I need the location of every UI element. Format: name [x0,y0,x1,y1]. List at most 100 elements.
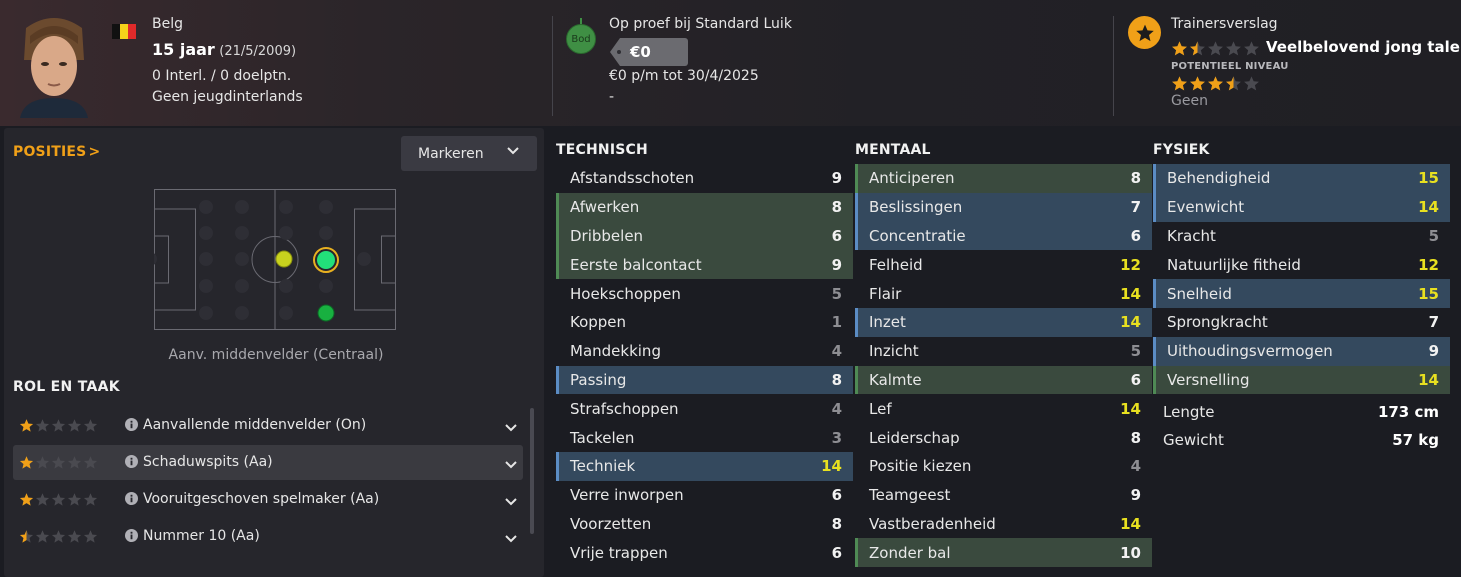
attribute-name: Lef [869,399,892,418]
attribute-row[interactable]: Teamgeest 9 [855,481,1152,510]
attribute-value: 12 [1418,255,1439,274]
attribute-row[interactable]: Anticiperen 8 [855,164,1152,193]
star-full-icon [1172,76,1187,91]
attribute-value: 14 [1418,198,1439,217]
attribute-row[interactable]: Concentratie 6 [855,221,1152,251]
attribute-name: Tackelen [570,428,635,447]
attribute-name: Inzet [869,313,906,332]
weight-row: Gewicht 57 kg [1163,431,1439,449]
chevron-down-icon[interactable] [505,531,517,547]
contract-status: Op proef bij Standard Luik [609,16,792,32]
info-icon[interactable] [125,455,138,472]
attribute-row[interactable]: Afwerken 8 [556,192,853,222]
chevron-down-icon[interactable] [505,494,517,510]
attribute-row[interactable]: Beslissingen 7 [855,192,1152,222]
role-stars [19,455,98,470]
attribute-row[interactable]: Afstandsschoten 9 [556,164,853,193]
attribute-row[interactable]: Natuurlijke fitheid 12 [1153,250,1450,279]
role-row[interactable]: Aanvallende middenvelder (On) [13,408,523,443]
mark-button[interactable]: Markeren [401,136,537,171]
attribute-name: Snelheid [1167,284,1232,303]
attribute-row[interactable]: Dribbelen 6 [556,221,853,251]
price-tag-hole [617,50,621,54]
roles-scrollbar[interactable] [530,408,534,534]
report-verdict: Veelbelovend jong talent [1266,38,1461,56]
attribute-value: 5 [831,284,842,303]
attribute-row[interactable]: Verre inworpen 6 [556,481,853,510]
attribute-name: Teamgeest [869,486,951,505]
belgium-flag-icon [112,24,136,39]
star-empty-icon [1208,41,1223,56]
attribute-row[interactable]: Vrije trappen 6 [556,538,853,567]
star-empty-icon [67,493,82,506]
attribute-row[interactable]: Techniek 14 [556,451,853,481]
attribute-row[interactable]: Leiderschap 8 [855,423,1152,452]
attribute-row[interactable]: Felheid 12 [855,250,1152,279]
chevron-down-icon[interactable] [505,457,517,473]
attribute-row[interactable]: Positie kiezen 4 [855,452,1152,481]
attribute-name: Anticiperen [869,169,955,188]
attribute-row[interactable]: Behendigheid 15 [1153,164,1450,193]
role-row[interactable]: Vooruitgeschoven spelmaker (Aa) [13,482,523,517]
star-empty-icon [51,530,66,543]
role-name: Aanvallende middenvelder (On) [143,417,367,433]
attribute-value: 1 [831,313,842,332]
attribute-name: Behendigheid [1167,169,1271,188]
attribute-row[interactable]: Passing 8 [556,365,853,395]
info-icon[interactable] [125,529,138,546]
star-half-icon [19,530,34,543]
attribute-value: 6 [831,226,842,245]
attribute-row[interactable]: Inzicht 5 [855,337,1152,366]
attribute-value: 6 [831,543,842,562]
attribute-name: Passing [570,370,627,389]
attribute-name: Afwerken [570,198,640,217]
role-row[interactable]: Nummer 10 (Aa) [13,519,523,554]
attribute-row[interactable]: Mandekking 4 [556,337,853,366]
attribute-row[interactable]: Hoekschoppen 5 [556,279,853,308]
attribute-name: Evenwicht [1167,198,1245,217]
attribute-row[interactable]: Versnelling 14 [1153,365,1450,395]
attribute-name: Techniek [570,457,636,476]
info-icon[interactable] [125,492,138,509]
attribute-row[interactable]: Voorzetten 8 [556,510,853,539]
attribute-row[interactable]: Kracht 5 [1153,222,1450,251]
attribute-row[interactable]: Inzet 14 [855,307,1152,337]
star-empty-icon [51,456,66,469]
attribute-row[interactable]: Snelheid 15 [1153,279,1450,308]
attribute-name: Vastberadenheid [869,514,996,533]
star-empty-icon [83,530,98,543]
attribute-row[interactable]: Tackelen 3 [556,423,853,452]
attribute-row[interactable]: Lef 14 [855,394,1152,423]
attribute-row[interactable]: Vastberadenheid 14 [855,510,1152,539]
attribute-row[interactable]: Koppen 1 [556,308,853,337]
positions-link[interactable]: POSITIES > [13,144,100,160]
attribute-row[interactable]: Eerste balcontact 9 [556,250,853,280]
info-icon[interactable] [125,418,138,435]
star-empty-icon [83,456,98,469]
star-full-icon [19,456,34,469]
nationality: Belg [152,16,183,32]
player-header: Belg 15 jaar (21/5/2009) 0 Interl. / 0 d… [0,0,1461,126]
star-full-icon [19,493,34,506]
role-row[interactable]: Schaduwspits (Aa) [13,445,523,480]
attribute-row[interactable]: Kalmte 6 [855,365,1152,395]
attribute-name: Sprongkracht [1167,313,1268,332]
attribute-name: Eerste balcontact [570,255,702,274]
attribute-row[interactable]: Evenwicht 14 [1153,192,1450,222]
role-stars [19,529,98,544]
bid-badge[interactable]: Bod [566,24,596,54]
star-empty-icon [35,456,50,469]
attribute-row[interactable]: Zonder bal 10 [855,538,1152,568]
chevron-down-icon[interactable] [505,420,517,436]
attribute-row[interactable]: Sprongkracht 7 [1153,308,1450,337]
attribute-value: 4 [831,399,842,418]
height-value: 173 cm [1377,403,1439,421]
attribute-row[interactable]: Flair 14 [855,279,1152,308]
attribute-value: 14 [1120,313,1141,332]
attribute-row[interactable]: Uithoudingsvermogen 9 [1153,336,1450,366]
attribute-value: 4 [831,342,842,361]
attribute-value: 8 [831,370,842,389]
attribute-row[interactable]: Strafschoppen 4 [556,394,853,423]
attribute-name: Flair [869,284,902,303]
physical-attributes: Behendigheid 15 Evenwicht 14 Kracht 5 Natuurli… [1153,164,1450,395]
